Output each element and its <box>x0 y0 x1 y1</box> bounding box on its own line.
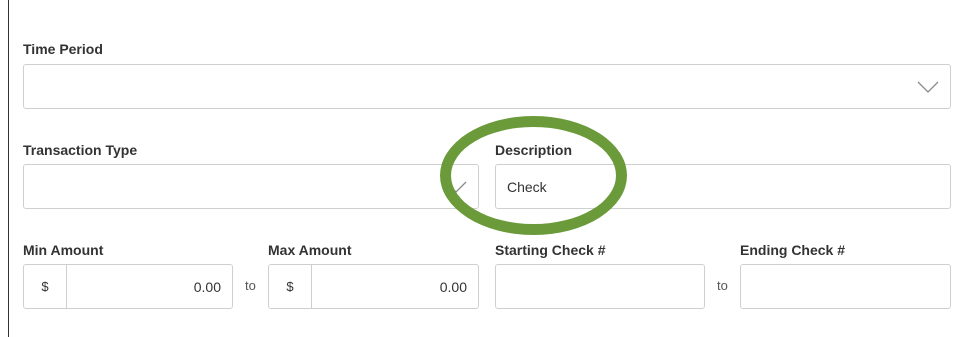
min-amount-value: 0.00 <box>193 279 221 295</box>
time-period-label: Time Period <box>23 41 103 57</box>
chevron-down-icon[interactable] <box>916 79 940 95</box>
starting-check-label: Starting Check # <box>495 242 606 258</box>
check-range-separator: to <box>717 278 728 293</box>
description-value: Check <box>507 179 547 195</box>
starting-check-input[interactable] <box>495 264 705 309</box>
max-amount-label: Max Amount <box>268 242 352 258</box>
ending-check-input[interactable] <box>740 264 951 309</box>
ending-check-label: Ending Check # <box>740 242 846 258</box>
min-amount-input[interactable]: $ 0.00 <box>23 264 233 309</box>
description-label: Description <box>495 142 573 158</box>
transaction-type-select[interactable] <box>23 164 479 209</box>
time-period-select[interactable] <box>23 64 951 109</box>
amount-range-separator: to <box>245 278 256 293</box>
chevron-down-icon[interactable] <box>444 179 468 195</box>
description-input[interactable]: Check <box>495 164 951 209</box>
transaction-filter-panel: Time Period Transaction Type Description… <box>0 0 958 337</box>
transaction-type-label: Transaction Type <box>23 142 138 158</box>
min-amount-label: Min Amount <box>23 242 104 258</box>
max-amount-value: 0.00 <box>439 279 467 295</box>
currency-prefix: $ <box>24 265 67 308</box>
currency-prefix: $ <box>269 265 312 308</box>
left-border-line <box>8 0 9 337</box>
max-amount-input[interactable]: $ 0.00 <box>268 264 479 309</box>
